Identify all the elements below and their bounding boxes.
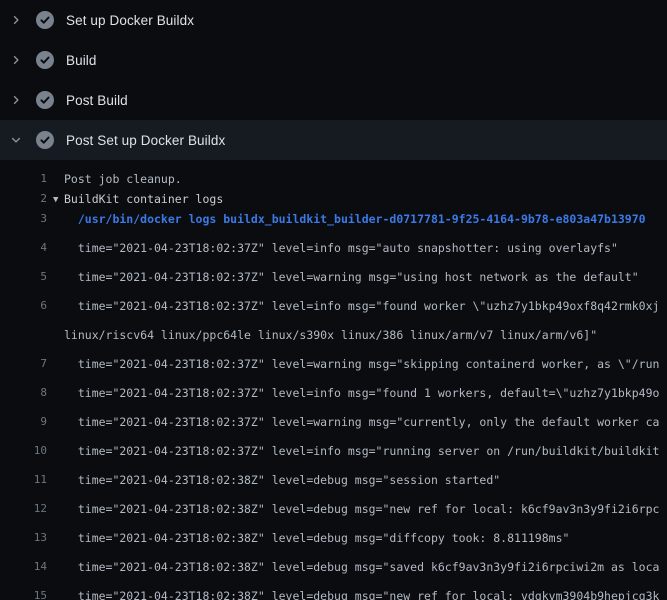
- log-line-text: time="2021-04-23T18:02:37Z" level=warnin…: [47, 267, 639, 287]
- step-title: Build: [66, 53, 97, 68]
- log-line-number[interactable]: 2: [0, 189, 47, 209]
- log-line-text: linux/riscv64 linux/ppc64le linux/s390x …: [47, 325, 597, 345]
- log-line-text: time="2021-04-23T18:02:38Z" level=debug …: [47, 586, 659, 600]
- log-group-title: BuildKit container logs: [64, 192, 223, 206]
- log-line-number[interactable]: 5: [0, 267, 47, 287]
- log-line: 5 time="2021-04-23T18:02:37Z" level=warn…: [0, 258, 667, 287]
- log-line: 4 time="2021-04-23T18:02:37Z" level=info…: [0, 229, 667, 258]
- check-circle-icon: [36, 11, 54, 29]
- log-line-number[interactable]: 14: [0, 557, 47, 577]
- step-header-build[interactable]: Build: [0, 40, 667, 80]
- log-line: 6 time="2021-04-23T18:02:37Z" level=info…: [0, 287, 667, 316]
- chevron-right-icon[interactable]: [8, 52, 24, 68]
- log-line-text: time="2021-04-23T18:02:37Z" level=warnin…: [47, 354, 659, 374]
- log-line-text: time="2021-04-23T18:02:38Z" level=debug …: [47, 528, 569, 548]
- log-line-text: time="2021-04-23T18:02:38Z" level=debug …: [47, 499, 659, 519]
- log-output: 1Post job cleanup.2▼BuildKit container l…: [0, 160, 667, 600]
- log-line: 7 time="2021-04-23T18:02:37Z" level=warn…: [0, 345, 667, 374]
- log-line-number[interactable]: 11: [0, 470, 47, 490]
- log-line: 13 time="2021-04-23T18:02:38Z" level=deb…: [0, 519, 667, 548]
- step-title: Post Set up Docker Buildx: [66, 133, 225, 148]
- log-line: 11 time="2021-04-23T18:02:38Z" level=deb…: [0, 461, 667, 490]
- step-header-post-build[interactable]: Post Build: [0, 80, 667, 120]
- check-circle-icon: [36, 91, 54, 109]
- check-circle-icon: [36, 131, 54, 149]
- check-circle-icon: [36, 51, 54, 69]
- step-title: Set up Docker Buildx: [66, 13, 194, 28]
- log-line: 10 time="2021-04-23T18:02:37Z" level=inf…: [0, 432, 667, 461]
- log-line: 15 time="2021-04-23T18:02:38Z" level=deb…: [0, 577, 667, 600]
- log-line-text: time="2021-04-23T18:02:38Z" level=debug …: [47, 470, 500, 490]
- log-line: 9 time="2021-04-23T18:02:37Z" level=warn…: [0, 403, 667, 432]
- log-line-text: time="2021-04-23T18:02:38Z" level=debug …: [47, 557, 659, 577]
- log-line-number[interactable]: 15: [0, 586, 47, 600]
- log-line-number[interactable]: 7: [0, 354, 47, 374]
- log-line-text: time="2021-04-23T18:02:37Z" level=warnin…: [47, 412, 659, 432]
- log-line: 3 /usr/bin/docker logs buildx_buildkit_b…: [0, 209, 667, 229]
- log-line: 8 time="2021-04-23T18:02:37Z" level=info…: [0, 374, 667, 403]
- step-header-post-set-up-docker-buildx[interactable]: Post Set up Docker Buildx: [0, 120, 667, 160]
- log-line-number[interactable]: 6: [0, 296, 47, 316]
- log-line-text: time="2021-04-23T18:02:37Z" level=info m…: [47, 441, 659, 461]
- step-header-set-up-docker-buildx[interactable]: Set up Docker Buildx: [0, 0, 667, 40]
- actions-log-viewer: Set up Docker Buildx Build Post Build Post …: [0, 0, 667, 600]
- chevron-right-icon[interactable]: [8, 92, 24, 108]
- log-line: linux/riscv64 linux/ppc64le linux/s390x …: [0, 316, 667, 345]
- log-line-number: [0, 325, 47, 345]
- log-command-text: /usr/bin/docker logs buildx_buildkit_bui…: [47, 209, 646, 229]
- log-line-number[interactable]: 13: [0, 528, 47, 548]
- log-line-text: time="2021-04-23T18:02:37Z" level=info m…: [47, 296, 659, 316]
- log-line-text: Post job cleanup.: [47, 169, 182, 189]
- log-group-toggle[interactable]: ▼BuildKit container logs: [47, 189, 223, 209]
- log-line: 14 time="2021-04-23T18:02:38Z" level=deb…: [0, 548, 667, 577]
- chevron-right-icon[interactable]: [8, 12, 24, 28]
- log-line-text: time="2021-04-23T18:02:37Z" level=info m…: [47, 238, 618, 258]
- step-title: Post Build: [66, 93, 128, 108]
- chevron-down-icon[interactable]: [8, 132, 24, 148]
- step-list: Set up Docker Buildx Build Post Build Post …: [0, 0, 667, 160]
- group-collapse-marker-icon[interactable]: ▼: [53, 190, 64, 209]
- log-line: 12 time="2021-04-23T18:02:38Z" level=deb…: [0, 490, 667, 519]
- log-line: 1Post job cleanup.: [0, 169, 667, 189]
- log-line-text: time="2021-04-23T18:02:37Z" level=info m…: [47, 383, 659, 403]
- log-line: 2▼BuildKit container logs: [0, 189, 667, 209]
- log-line-number[interactable]: 1: [0, 169, 47, 189]
- log-line-number[interactable]: 9: [0, 412, 47, 432]
- log-line-number[interactable]: 3: [0, 209, 47, 229]
- log-line-number[interactable]: 10: [0, 441, 47, 461]
- log-line-number[interactable]: 12: [0, 499, 47, 519]
- log-line-number[interactable]: 4: [0, 238, 47, 258]
- log-line-number[interactable]: 8: [0, 383, 47, 403]
